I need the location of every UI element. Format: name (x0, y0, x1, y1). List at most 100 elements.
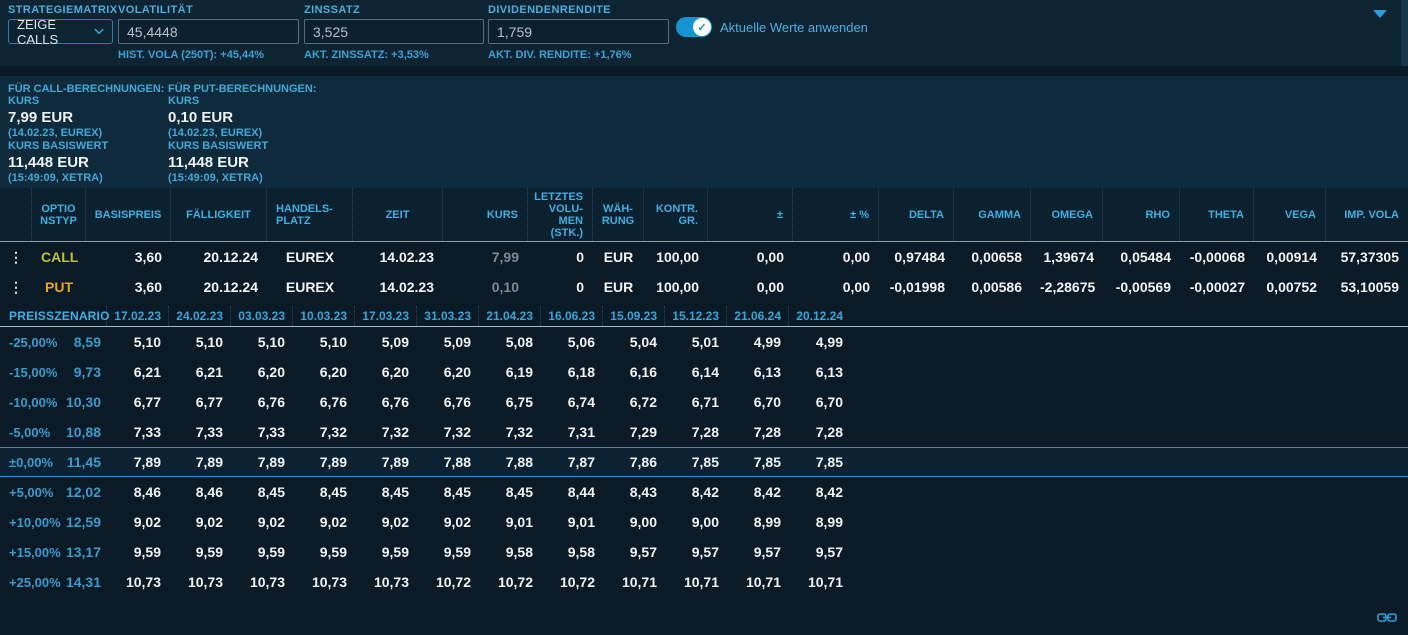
interest-input[interactable] (304, 19, 484, 44)
cell-pct-change: 0,00 (793, 249, 879, 265)
price-scenario-header: PREISSZENARIO 17.02.2324.02.2303.03.2310… (0, 306, 1408, 327)
dividend-control: DIVIDENDENRENDITE AKT. DIV. RENDITE: +1,… (488, 4, 669, 61)
scenario-base-price: 13,17 (62, 544, 106, 560)
header-pct-change: ± % (793, 188, 879, 241)
scenario-value: 10,71 (788, 574, 850, 590)
scenario-value: 6,20 (292, 364, 354, 380)
scenario-value: 8,44 (540, 484, 602, 500)
dividend-input[interactable] (488, 19, 669, 44)
scenario-value: 9,02 (354, 514, 416, 530)
cell-waehrung: EUR (593, 249, 644, 265)
kebab-menu-icon[interactable]: ⋮ (0, 252, 32, 262)
cell-delta: -0,01998 (879, 279, 954, 295)
scenario-value: 9,58 (540, 544, 602, 560)
scenario-value: 7,88 (416, 454, 478, 470)
apply-current-values-label: Aktuelle Werte anwenden (720, 20, 868, 35)
scenario-date: 03.03.23 (230, 306, 292, 326)
put-underlying-meta: (15:49:09, XETRA) (168, 172, 317, 184)
scenario-value: 5,06 (540, 334, 602, 350)
strategy-select[interactable]: ZEIGE CALLS (8, 19, 113, 44)
scenario-value: 7,85 (664, 454, 726, 470)
scenario-value: 9,57 (602, 544, 664, 560)
scenario-date: 20.12.24 (788, 306, 850, 326)
cell-kontraktgroesse: 100,00 (644, 249, 708, 265)
scenario-value: 10,71 (664, 574, 726, 590)
header-row-menu (0, 188, 32, 241)
scenario-value: 5,04 (602, 334, 664, 350)
cell-rho: -0,00569 (1103, 279, 1180, 295)
scenario-value: 6,20 (230, 364, 292, 380)
scenario-value: 8,46 (168, 484, 230, 500)
scenario-value: 4,99 (726, 334, 788, 350)
scenario-row: +25,00%14,3110,7310,7310,7310,7310,7310,… (0, 567, 1408, 597)
cell-faelligkeit: 20.12.24 (171, 249, 267, 265)
volatility-input[interactable] (118, 19, 299, 44)
call-underlying: 11,448 EUR (8, 154, 164, 171)
scenario-value: 8,99 (726, 514, 788, 530)
scenario-value: 6,76 (230, 394, 292, 410)
scenario-value: 8,42 (664, 484, 726, 500)
header-rho: RHO (1103, 188, 1180, 241)
scenario-row: -10,00%10,306,776,776,766,766,766,766,75… (0, 387, 1408, 417)
interest-label: ZINSSATZ (304, 4, 484, 16)
scrollbar-strip[interactable] (1401, 0, 1408, 66)
header-faelligkeit: FÄLLIGKEIT (171, 188, 267, 241)
scenario-base-price: 10,30 (62, 394, 106, 410)
header-theta: THETA (1180, 188, 1254, 241)
cell-gamma: 0,00586 (954, 279, 1031, 295)
call-underlying-meta: (15:49:09, XETRA) (8, 172, 164, 184)
header-handelsplatz: HANDELS- PLATZ (267, 188, 353, 241)
options-table-header: OPTIO NSTYPBASISPREISFÄLLIGKEITHANDELS- … (0, 188, 1408, 242)
option-row-call[interactable]: ⋮CALL3,6020.12.24EUREX14.02.237,990EUR10… (0, 242, 1408, 272)
header-omega: OMEGA (1031, 188, 1103, 241)
kebab-menu-icon[interactable]: ⋮ (0, 282, 32, 292)
cell-optionstyp: CALL (32, 249, 86, 265)
scenario-value: 7,89 (230, 454, 292, 470)
scenario-value: 9,57 (726, 544, 788, 560)
header-kontraktgroesse: KONTR. GR. (644, 188, 708, 241)
put-quote-title: FÜR PUT-BERECHNUNGEN: (168, 83, 317, 95)
scenario-value: 7,33 (230, 424, 292, 440)
cell-vega: 0,00752 (1254, 279, 1326, 295)
scenario-date: 17.02.23 (106, 306, 168, 326)
scenario-value: 9,59 (292, 544, 354, 560)
scenario-value: 6,14 (664, 364, 726, 380)
link-icon[interactable] (1377, 611, 1397, 629)
scenario-value: 10,73 (230, 574, 292, 590)
volatility-label: VOLATILITÄT (118, 4, 299, 16)
scenario-value: 7,32 (416, 424, 478, 440)
strategy-select-value: ZEIGE CALLS (17, 17, 94, 47)
put-price-meta: (14.02.23, EUREX) (168, 127, 317, 139)
dividend-label: DIVIDENDENRENDITE (488, 4, 669, 16)
put-quote-block: FÜR PUT-BERECHNUNGEN: KURS 0,10 EUR (14.… (168, 83, 317, 185)
scenario-change: +5,00% (0, 485, 62, 500)
scenario-change: +10,00% (0, 515, 62, 530)
scenario-value: 8,42 (788, 484, 850, 500)
scenario-value: 6,74 (540, 394, 602, 410)
scenario-value: 10,73 (106, 574, 168, 590)
apply-current-values-toggle[interactable]: ✓ (676, 17, 712, 37)
chevron-down-icon (94, 28, 104, 35)
strategy-control: STRATEGIEMATRIX ZEIGE CALLS (8, 4, 114, 44)
scenario-value: 9,00 (664, 514, 726, 530)
scenario-base-price: 12,02 (62, 484, 106, 500)
scenario-value: 6,70 (726, 394, 788, 410)
scenario-value: 9,59 (354, 544, 416, 560)
cell-delta: 0,97484 (879, 249, 954, 265)
cell-vega: 0,00914 (1254, 249, 1326, 265)
cell-abs-change: 0,00 (708, 279, 793, 295)
scenario-value: 5,01 (664, 334, 726, 350)
cell-imp-vola: 57,37305 (1326, 249, 1408, 265)
scenario-value: 7,89 (354, 454, 416, 470)
scenario-value: 7,32 (354, 424, 416, 440)
volatility-hint: HIST. VOLA (250T): +45,44% (118, 49, 299, 61)
scenario-value: 6,70 (788, 394, 850, 410)
header-waehrung: WÄH- RUNG (593, 188, 644, 241)
scenario-value: 6,77 (168, 394, 230, 410)
triangle-down-icon[interactable] (1373, 10, 1387, 18)
option-row-put[interactable]: ⋮PUT3,6020.12.24EUREX14.02.230,100EUR100… (0, 272, 1408, 302)
put-price-label: KURS (168, 95, 317, 107)
scenario-row: +5,00%12,028,468,468,458,458,458,458,458… (0, 477, 1408, 507)
cell-theta: -0,00027 (1180, 279, 1254, 295)
scenario-base-price: 8,59 (62, 334, 106, 350)
